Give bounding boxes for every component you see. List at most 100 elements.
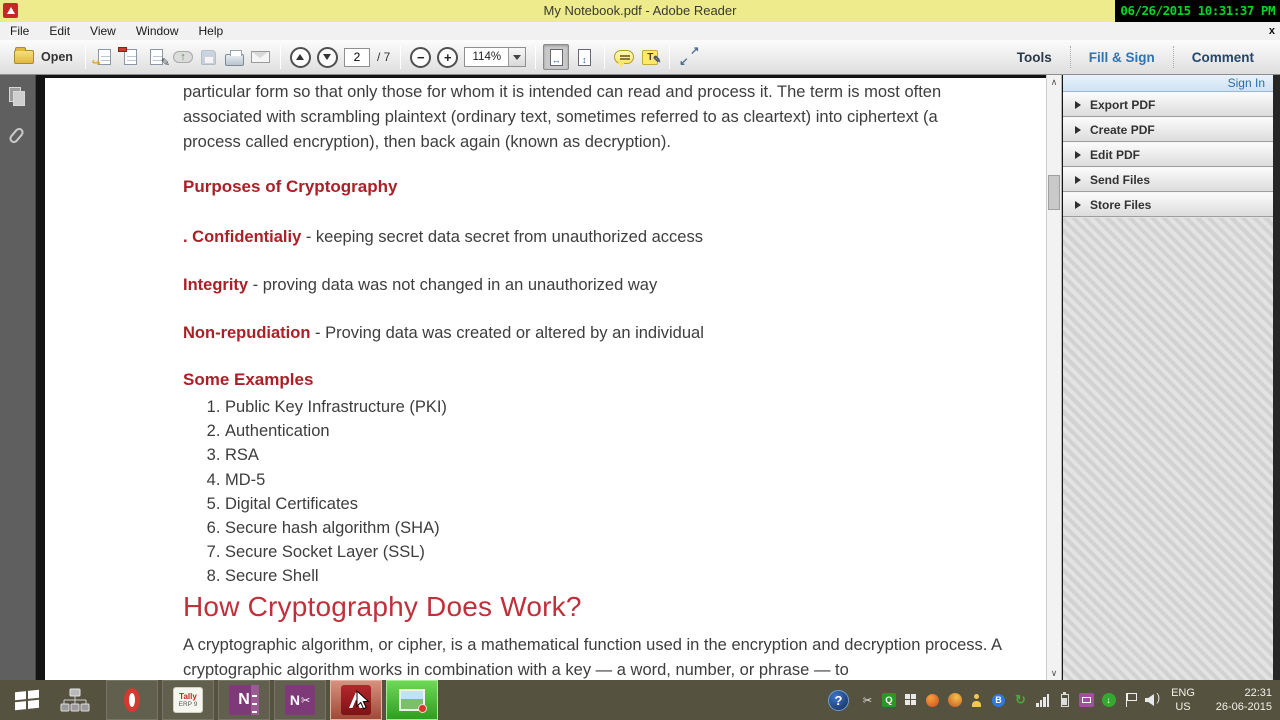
- menu-help[interactable]: Help: [189, 22, 234, 40]
- download-manager-icon[interactable]: ↓: [1101, 693, 1116, 708]
- examples-heading: Some Examples: [183, 370, 314, 389]
- taskbar-tally-button[interactable]: Tally ERP 9: [162, 680, 214, 720]
- menu-view[interactable]: View: [80, 22, 126, 40]
- fill-sign-panel-button[interactable]: Fill & Sign: [1071, 50, 1173, 65]
- print-icon: [225, 49, 245, 66]
- onenote-icon: N: [229, 685, 259, 715]
- triangle-right-icon: [1075, 175, 1081, 184]
- page-number-input[interactable]: [343, 47, 370, 67]
- q-app-tray-icon[interactable]: Q: [882, 693, 896, 707]
- bluetooth-icon[interactable]: B: [991, 693, 1006, 708]
- panel-item-edit-pdf[interactable]: Edit PDF: [1063, 142, 1273, 167]
- navigation-rail: [0, 75, 36, 680]
- examples-list: Public Key Infrastructure (PKI) Authenti…: [183, 395, 1028, 589]
- menu-file[interactable]: File: [0, 22, 39, 40]
- share-document-button[interactable]: ↪: [91, 45, 116, 69]
- system-tray: ? ✂ Q B ↻ ↓ ): [828, 680, 1160, 720]
- definition-text: - proving data was not changed in an una…: [248, 276, 658, 294]
- clock-date: 26-06-2015: [1215, 701, 1272, 713]
- screen: My Notebook.pdf - Adobe Reader 06/26/201…: [0, 0, 1280, 720]
- taskbar-onenote-button[interactable]: N: [218, 680, 270, 720]
- taskbar-greenshot-button[interactable]: [386, 680, 438, 720]
- screen-share-icon[interactable]: [1079, 693, 1094, 708]
- taskbar-clock[interactable]: 22:31 26-06-2015: [1204, 686, 1272, 714]
- cloud-upload-button[interactable]: ↑: [172, 45, 194, 69]
- battery-icon[interactable]: [1057, 691, 1072, 708]
- action-flag-icon[interactable]: [1123, 693, 1138, 708]
- network-places-icon[interactable]: [60, 688, 90, 713]
- save-button[interactable]: [198, 45, 220, 69]
- network-signal-icon[interactable]: [1035, 693, 1050, 708]
- comment-panel-button[interactable]: Comment: [1174, 50, 1272, 65]
- list-item: Secure hash algorithm (SHA): [225, 516, 1028, 540]
- language-indicator[interactable]: ENG US: [1164, 686, 1202, 714]
- close-button[interactable]: x: [1269, 22, 1275, 40]
- region-code: US: [1175, 701, 1191, 713]
- panel-item-store-files[interactable]: Store Files: [1063, 192, 1273, 217]
- volume-icon[interactable]: ): [1145, 692, 1160, 708]
- help-icon[interactable]: ?: [828, 689, 849, 711]
- mouse-cursor: [356, 690, 370, 710]
- list-item: MD-5: [225, 468, 1028, 492]
- comment-bubble-icon: [614, 50, 635, 68]
- scroll-up-icon[interactable]: ∧: [1047, 75, 1061, 89]
- share-arrow-icon: ↪: [91, 58, 101, 69]
- sign-in-link[interactable]: Sign In: [1063, 75, 1273, 92]
- scroll-down-icon[interactable]: ∨: [1047, 666, 1061, 680]
- tally-erp9-icon: Tally ERP 9: [173, 687, 203, 713]
- tools-panel: Sign In Export PDF Create PDF Edit PDF S…: [1063, 75, 1273, 680]
- open-button[interactable]: Open: [8, 47, 79, 66]
- page-total: / 7: [376, 50, 391, 64]
- browser-tray-icon[interactable]: [947, 693, 962, 708]
- vertical-scrollbar[interactable]: ∧ ∨: [1046, 75, 1062, 680]
- onenote-clip-tray-icon[interactable]: ✂: [860, 693, 875, 708]
- windows-logo-icon: [15, 689, 39, 711]
- definition-nonrepudiation: Non-repudiation - Proving data was creat…: [183, 321, 1028, 346]
- definition-integrity: Integrity - proving data was not changed…: [183, 273, 1028, 298]
- panel-item-create-pdf[interactable]: Create PDF: [1063, 117, 1273, 142]
- zoom-dropdown-button[interactable]: [508, 48, 526, 66]
- create-pdf-button[interactable]: [117, 45, 142, 69]
- zoom-out-button[interactable]: −: [410, 46, 432, 68]
- pdf-page[interactable]: particular form so that only those for w…: [45, 78, 1046, 680]
- pdf-tag-icon: [117, 47, 127, 52]
- language-code: ENG: [1171, 687, 1195, 699]
- next-page-button[interactable]: [316, 46, 338, 68]
- highlight-text-button[interactable]: T ✎: [639, 45, 661, 69]
- panel-item-send-files[interactable]: Send Files: [1063, 167, 1273, 192]
- page-thumbnails-icon[interactable]: [9, 87, 26, 107]
- taskbar-opera-button[interactable]: [106, 680, 158, 720]
- list-item: Secure Socket Layer (SSL): [225, 540, 1028, 564]
- definition-term: Integrity: [183, 276, 249, 294]
- open-label: Open: [41, 50, 73, 64]
- zoom-in-button[interactable]: +: [437, 46, 459, 68]
- triangle-right-icon: [1075, 100, 1081, 109]
- user-tray-icon[interactable]: [969, 693, 984, 708]
- sync-icon[interactable]: ↻: [1013, 692, 1028, 708]
- email-button[interactable]: [250, 45, 272, 69]
- taskbar-onenote-clipper-button[interactable]: N ✂: [274, 680, 326, 720]
- tools-panel-button[interactable]: Tools: [999, 50, 1070, 65]
- windows-tray-icon[interactable]: [903, 693, 918, 708]
- fit-page-button[interactable]: ↕: [571, 44, 597, 70]
- fit-width-button[interactable]: ↔: [543, 44, 570, 70]
- previous-page-button[interactable]: [289, 46, 311, 68]
- start-button[interactable]: [6, 684, 48, 716]
- bottom-paragraph: A cryptographic algorithm, or cipher, is…: [183, 635, 1002, 679]
- notification-tray-icon[interactable]: [925, 693, 940, 708]
- panel-empty-area: [1063, 218, 1273, 680]
- triangle-right-icon: [1075, 150, 1081, 159]
- comment-bubble-button[interactable]: [613, 45, 635, 69]
- toolbar: Open ↪ ✎ ↑ / 7 − + 114% ↔ ↕ T✎ ↗↙ Tools: [0, 40, 1280, 75]
- panel-item-export-pdf[interactable]: Export PDF: [1063, 92, 1273, 117]
- chevron-down-icon: [513, 54, 522, 60]
- sign-document-button[interactable]: ✎: [146, 45, 170, 69]
- fullscreen-button[interactable]: ↗ ↙: [678, 45, 700, 69]
- scrollbar-thumb[interactable]: [1048, 175, 1060, 210]
- zoom-level-select[interactable]: 114%: [464, 47, 527, 67]
- plus-icon: +: [444, 49, 452, 65]
- menu-edit[interactable]: Edit: [39, 22, 80, 40]
- menu-window[interactable]: Window: [126, 22, 189, 40]
- attachments-paperclip-icon[interactable]: [7, 126, 26, 145]
- print-button[interactable]: [224, 45, 246, 69]
